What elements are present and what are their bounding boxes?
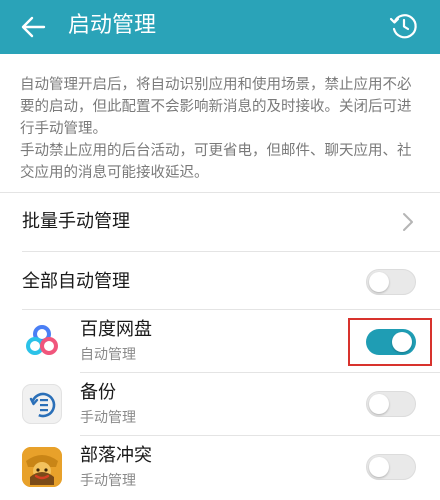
- batch-manual-row[interactable]: 批量手动管理: [0, 193, 440, 251]
- clash-of-clans-icon: [22, 447, 62, 487]
- toggle-knob: [369, 457, 389, 477]
- app-toggle-backup[interactable]: [366, 391, 416, 417]
- app-row-backup: 备份 手动管理: [0, 373, 440, 435]
- toggle-knob: [369, 394, 389, 414]
- top-app-bar: 启动管理: [0, 0, 440, 54]
- description-line-1: 自动管理开启后，将自动识别应用和使用场景，禁止应用不必要的启动，但此配置不会影响…: [20, 77, 412, 137]
- app-name: 百度网盘: [80, 319, 152, 340]
- app-name: 部落冲突: [80, 445, 152, 466]
- app-mode: 手动管理: [80, 473, 136, 489]
- backup-icon: [22, 384, 62, 424]
- page-title: 启动管理: [68, 13, 157, 38]
- description-text: 自动管理开启后，将自动识别应用和使用场景，禁止应用不必要的启动，但此配置不会影响…: [20, 74, 424, 184]
- description-line-2: 手动禁止应用的后台活动，可更省电，但邮件、聊天应用、社交应用的消息可能接收延迟。: [20, 143, 412, 181]
- toggle-knob: [369, 272, 389, 292]
- app-name: 备份: [80, 382, 116, 403]
- app-mode: 自动管理: [80, 347, 136, 363]
- highlight-box: [348, 318, 432, 366]
- app-mode: 手动管理: [80, 410, 136, 426]
- chevron-right-icon: [403, 213, 413, 231]
- history-clock-icon[interactable]: [388, 10, 420, 42]
- all-auto-toggle[interactable]: [366, 269, 416, 295]
- all-auto-row: 全部自动管理: [0, 252, 440, 310]
- arrow-left-icon[interactable]: [18, 12, 48, 42]
- batch-manual-label: 批量手动管理: [22, 211, 130, 232]
- baidu-netdisk-icon: [22, 321, 62, 361]
- app-toggle-clash-of-clans[interactable]: [366, 454, 416, 480]
- app-row-clash-of-clans: 部落冲突 手动管理: [0, 436, 440, 500]
- all-auto-label: 全部自动管理: [22, 271, 130, 292]
